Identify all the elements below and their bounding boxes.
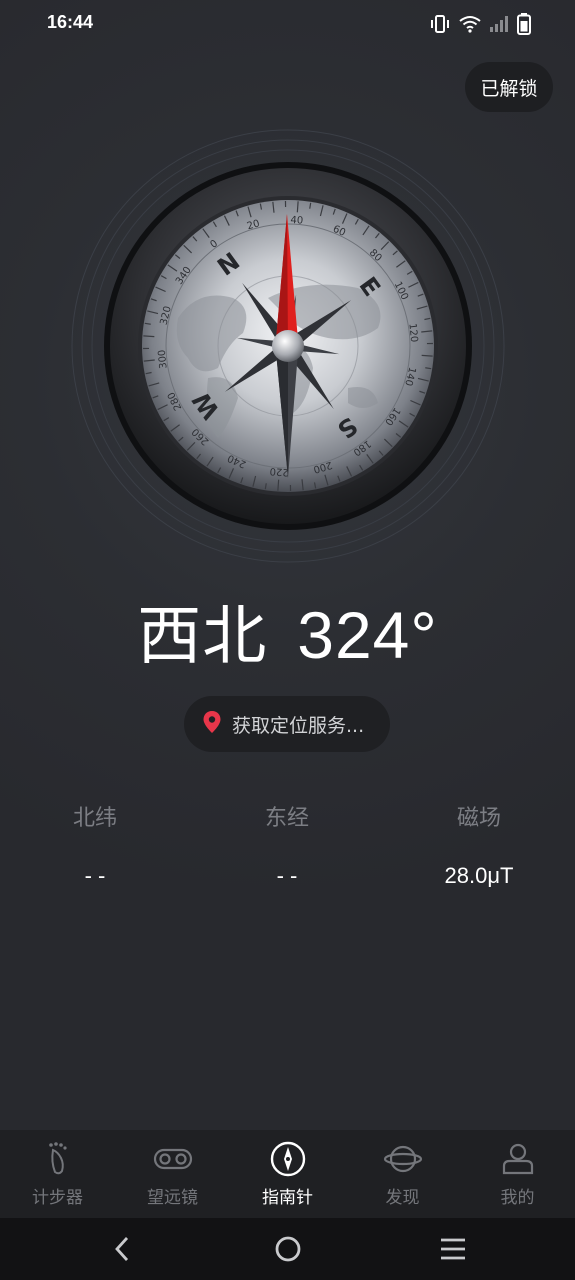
nav-item-mine[interactable]: 我的: [460, 1130, 575, 1218]
dial-tick: [143, 335, 155, 338]
latitude-label: 北纬: [72, 806, 117, 831]
dial-tick: [296, 201, 299, 213]
menu-icon[interactable]: [438, 1234, 468, 1268]
heading-degrees: 324°: [297, 598, 438, 672]
latitude-value: - -: [84, 863, 106, 888]
wifi-icon: [459, 15, 481, 37]
status-bar: 16:44: [0, 0, 575, 48]
dial-tick: [277, 479, 280, 491]
dial-degree-label: 40: [290, 215, 303, 227]
magnetic-field-label: 磁场: [456, 806, 501, 831]
dial-degree-label: 300: [157, 349, 170, 369]
compass-screen: 16:44 已解锁 0 20 40 60 80 100 120 140 160 …: [0, 0, 575, 1280]
nav-item-pedometer[interactable]: 计步器: [0, 1130, 115, 1218]
nav-item-discover[interactable]: 发现: [345, 1130, 460, 1218]
compass-dial: 0 20 40 60 80 100 120 140 160 180 200 220 240 260 280 3…: [68, 128, 508, 568]
dial-degree-label: 220: [269, 465, 289, 477]
binoculars-icon: [153, 1140, 193, 1178]
footprint-icon: [38, 1140, 78, 1178]
dial-degree-label: 120: [406, 323, 419, 343]
nav-label-pedometer: 计步器: [32, 1188, 83, 1208]
back-icon[interactable]: [110, 1234, 134, 1268]
bottom-nav: 计步器 望远镜 指南针 发现 我的: [0, 1130, 575, 1218]
magnetic-field-info: 磁场 28.0μT: [384, 800, 574, 889]
planet-icon: [383, 1140, 423, 1178]
nav-label-telescope: 望远镜: [147, 1188, 198, 1208]
nav-label-mine: 我的: [500, 1188, 535, 1208]
needle-hub: [272, 330, 304, 362]
system-nav-bar: [0, 1218, 575, 1280]
battery-icon: [517, 13, 531, 39]
dial-tick: [421, 354, 433, 357]
heading-direction: 西北: [137, 600, 268, 674]
nav-item-telescope[interactable]: 望远镜: [115, 1130, 230, 1218]
location-service-button[interactable]: 获取定位服务...: [184, 696, 390, 752]
status-time: 16:44: [47, 12, 94, 32]
status-icons: [429, 13, 531, 39]
home-icon[interactable]: [273, 1234, 303, 1268]
longitude-label: 东经: [264, 806, 309, 831]
vibrate-icon: [429, 14, 451, 38]
magnetic-field-value: 28.0μT: [444, 863, 514, 888]
unlock-button[interactable]: 已解锁: [465, 62, 553, 112]
nav-item-compass[interactable]: 指南针: [230, 1130, 345, 1218]
nav-label-compass: 指南针: [262, 1188, 313, 1208]
nav-label-discover: 发现: [385, 1188, 420, 1208]
location-status-text: 获取定位服务...: [232, 714, 365, 737]
location-pin-icon: [202, 710, 222, 738]
heading-readout: 西北 324°: [0, 585, 575, 677]
compass-icon: [268, 1140, 308, 1178]
signal-icon: [489, 15, 509, 37]
profile-icon: [498, 1140, 538, 1178]
longitude-info: 东经 - -: [192, 800, 382, 889]
latitude-info: 北纬 - -: [0, 800, 190, 889]
longitude-value: - -: [276, 863, 298, 888]
